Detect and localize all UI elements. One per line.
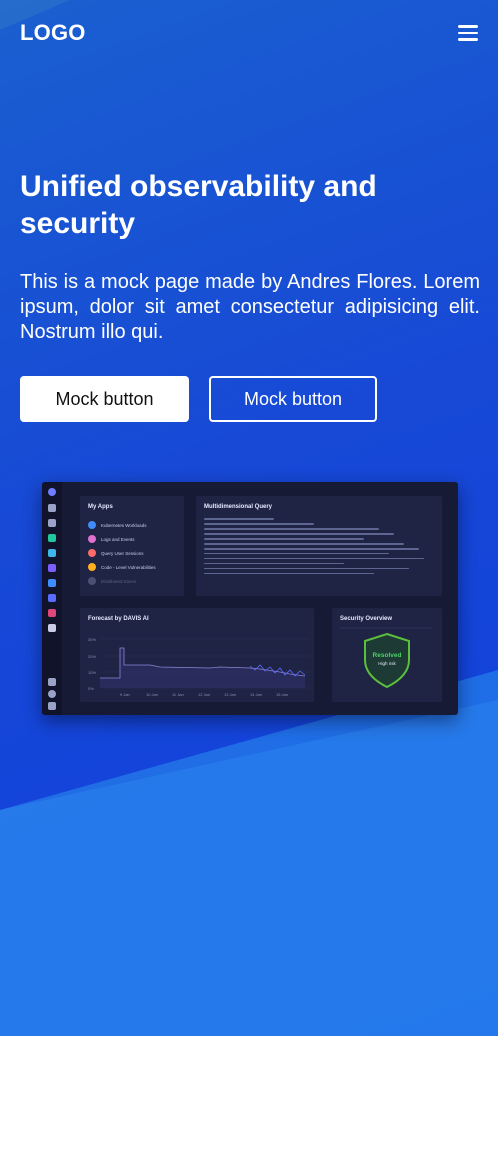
x-tick: 14 Jan: [250, 692, 262, 697]
dashboard-preview-image: My Apps Kubernetes Workloads Logs and Ev…: [42, 482, 458, 715]
y-tick: 20%: [88, 654, 96, 659]
help-icon: [48, 690, 56, 698]
vulnerabilities-icon: [88, 563, 96, 571]
y-tick: 0%: [88, 686, 94, 691]
security-status: Resolved: [373, 652, 402, 659]
app-item: Logs and Events: [88, 534, 135, 544]
query-panel: Multidimensional Query: [196, 496, 442, 596]
dashboard-sidebar: [42, 482, 62, 715]
query-code: [204, 518, 434, 578]
my-apps-panel: My Apps Kubernetes Workloads Logs and Ev…: [80, 496, 184, 596]
x-tick: 12 Jan: [198, 692, 210, 697]
app-icon: [48, 534, 56, 542]
app-icon: [48, 579, 56, 587]
app-icon: [48, 624, 56, 632]
app-logo-icon: [48, 488, 56, 496]
y-tick: 30%: [88, 637, 96, 642]
shield-icon: Resolved High risk: [340, 627, 432, 689]
secondary-mock-button[interactable]: Mock button: [209, 376, 377, 422]
forecast-chart: 30% 20% 10% 0% 9 Jan 10 Jan 11 Jan 12 Ja…: [88, 637, 310, 697]
security-panel: Security Overview Resolved High risk: [332, 608, 442, 702]
traces-icon: [88, 577, 96, 585]
hero-title: Unified observability and security: [20, 170, 377, 240]
grid-icon: [48, 519, 56, 527]
app-item: Kubernetes Workloads: [88, 520, 146, 530]
kubernetes-icon: [88, 521, 96, 529]
logs-icon: [88, 535, 96, 543]
user-icon: [48, 702, 56, 710]
x-tick: 13 Jan: [224, 692, 236, 697]
my-apps-title: My Apps: [88, 504, 113, 510]
app-icon: [48, 609, 56, 617]
app-item: Distributed traces: [88, 576, 136, 586]
sessions-icon: [88, 549, 96, 557]
security-risk: High risk: [378, 661, 396, 666]
expand-icon: [48, 678, 56, 686]
x-tick: 9 Jan: [120, 692, 130, 697]
forecast-panel: Forecast by DAVIS AI 30% 20% 10% 0% 9 Ja…: [80, 608, 314, 702]
x-tick: 10 Jan: [146, 692, 158, 697]
hero-description: This is a mock page made by Andres Flore…: [20, 271, 480, 343]
app-icon: [48, 549, 56, 557]
x-tick: 11 Jan: [172, 692, 184, 697]
y-tick: 10%: [88, 670, 96, 675]
search-icon: [48, 504, 56, 512]
primary-mock-button[interactable]: Mock button: [20, 376, 189, 422]
logo[interactable]: LOGO: [20, 20, 86, 46]
app-item: Query User Sessions: [88, 548, 144, 558]
hero-section: LOGO Unified observability and security …: [0, 0, 498, 1036]
hamburger-menu-icon[interactable]: [456, 24, 480, 42]
app-icon: [48, 594, 56, 602]
x-tick: 15 Jan: [276, 692, 288, 697]
app-icon: [48, 564, 56, 572]
query-title: Multidimensional Query: [204, 504, 273, 510]
app-item: Code - Level Vulnerabilities: [88, 562, 156, 572]
